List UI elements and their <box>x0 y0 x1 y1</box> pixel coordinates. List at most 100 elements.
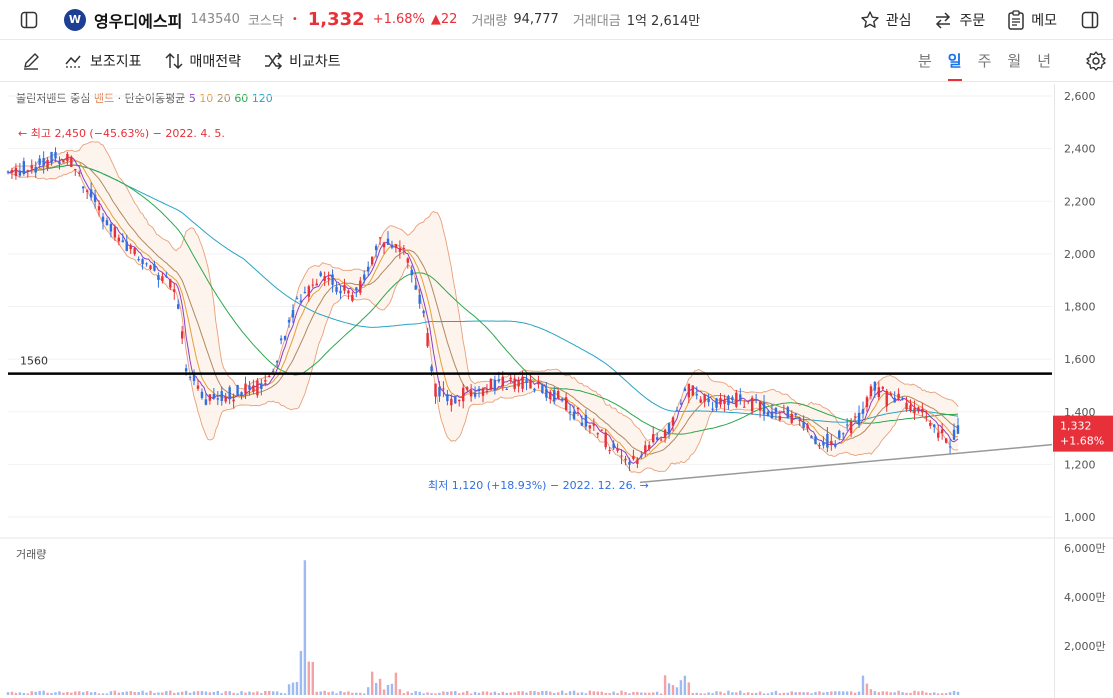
volume-bar <box>22 693 26 695</box>
candle-body <box>560 398 564 400</box>
volume-bar <box>905 692 908 695</box>
indicator-label: 보조지표 <box>90 54 142 70</box>
volume-bar <box>430 693 433 695</box>
volume-bar <box>944 693 948 695</box>
candle-body <box>279 338 283 341</box>
volume-bar <box>477 692 481 695</box>
candle-body <box>351 295 354 301</box>
volume-bar <box>89 692 93 695</box>
volume-bar <box>869 689 873 695</box>
candle-body <box>608 450 611 452</box>
candle-body <box>442 388 445 390</box>
volume-bar <box>857 691 861 695</box>
volume-bar <box>608 693 611 695</box>
sidebar-toggle-icon[interactable] <box>18 9 40 31</box>
volume-bar <box>849 691 853 695</box>
candle-body <box>34 166 37 173</box>
volume-bar <box>236 693 239 695</box>
y-tick-label: 1,800 <box>1064 301 1096 314</box>
volume-bar <box>648 692 651 695</box>
candle-body <box>905 402 908 410</box>
candle-body <box>180 331 184 339</box>
volume-bar <box>826 691 829 695</box>
candle-body <box>774 408 778 413</box>
stock-code: 143540 <box>190 12 240 27</box>
volume-bar <box>675 687 679 695</box>
candle-body <box>739 394 742 401</box>
header-actions: 관심 주문 메모 <box>860 0 1113 40</box>
volume-bar <box>735 692 738 695</box>
volume-tick-label: 2,000만 <box>1064 640 1106 653</box>
candle-body <box>390 244 394 248</box>
volume-bar <box>307 661 311 695</box>
volume-bar <box>252 692 255 695</box>
volume-bar <box>513 692 516 695</box>
candle-body <box>93 194 97 202</box>
volume-bar <box>319 691 322 695</box>
candle-body <box>885 390 888 407</box>
candle-body <box>909 405 912 412</box>
pen-icon[interactable] <box>20 50 42 72</box>
candle-body <box>727 396 730 405</box>
volume-bar <box>576 692 580 695</box>
amount-value: 1억 2,614만 <box>626 14 701 29</box>
memo-button[interactable]: 메모 <box>1007 10 1057 30</box>
panel-toggle-icon[interactable] <box>1079 9 1101 31</box>
candle-body <box>295 298 299 300</box>
indicator-button[interactable]: 보조지표 <box>64 51 142 71</box>
candle-body <box>818 445 821 447</box>
volume-bar <box>117 692 121 695</box>
tab-week[interactable]: 주 <box>978 41 992 81</box>
volume-bar <box>640 692 643 695</box>
candle-body <box>200 391 204 398</box>
candle-body <box>101 216 105 222</box>
volume-bar <box>818 691 821 695</box>
volume-bar <box>469 693 473 695</box>
volume-bar <box>46 692 49 695</box>
candle-body <box>525 380 528 383</box>
volume-bar <box>667 683 671 695</box>
tab-month[interactable]: 월 <box>1007 41 1021 81</box>
candle-body <box>18 170 22 176</box>
price-chart[interactable]: 1560 ← 최고 2,450 (−45.63%) − 2022. 4. 5. 최저… <box>0 84 1113 539</box>
volume-bar <box>750 693 754 695</box>
candle-body <box>97 206 101 211</box>
compare-button[interactable]: 비교차트 <box>263 51 341 71</box>
volume-bar <box>798 691 801 695</box>
volume-bar <box>596 691 599 695</box>
candle-body <box>410 269 413 276</box>
volume-bar <box>715 691 718 695</box>
y-tick-label: 1,200 <box>1064 458 1096 471</box>
volume-bar <box>636 691 639 695</box>
volume-bar <box>493 691 497 695</box>
volume-bar <box>93 691 97 695</box>
volume-chart[interactable]: 6,000만 4,000만 2,000만 <box>0 540 1113 698</box>
candle-body <box>917 407 920 412</box>
candle-body <box>224 396 227 402</box>
gear-icon[interactable] <box>1085 50 1107 76</box>
candle-body <box>481 388 485 396</box>
tab-day[interactable]: 일 <box>947 41 962 81</box>
volume-bar <box>497 693 501 695</box>
candle-body <box>46 159 49 169</box>
candle-body <box>628 462 631 465</box>
support-line-label: 1560 <box>20 355 48 368</box>
candle-body <box>794 413 797 416</box>
candle-body <box>869 386 873 397</box>
candle-body <box>564 397 568 411</box>
watch-button[interactable]: 관심 <box>860 10 911 30</box>
order-button[interactable]: 주문 <box>933 10 985 30</box>
candle-body <box>414 285 417 290</box>
volume-bar <box>343 692 346 695</box>
volume-bar <box>200 691 204 695</box>
candle-body <box>806 424 809 429</box>
volume-bar <box>691 692 694 695</box>
tab-minute[interactable]: 분 <box>918 41 932 81</box>
strategy-button[interactable]: 매매전략 <box>164 51 241 71</box>
volume-bar <box>628 693 631 695</box>
candle-body <box>952 429 956 440</box>
candle-body <box>469 390 473 397</box>
volume-bar <box>687 682 691 695</box>
tab-year[interactable]: 년 <box>1037 41 1051 81</box>
candle-body <box>323 276 326 282</box>
